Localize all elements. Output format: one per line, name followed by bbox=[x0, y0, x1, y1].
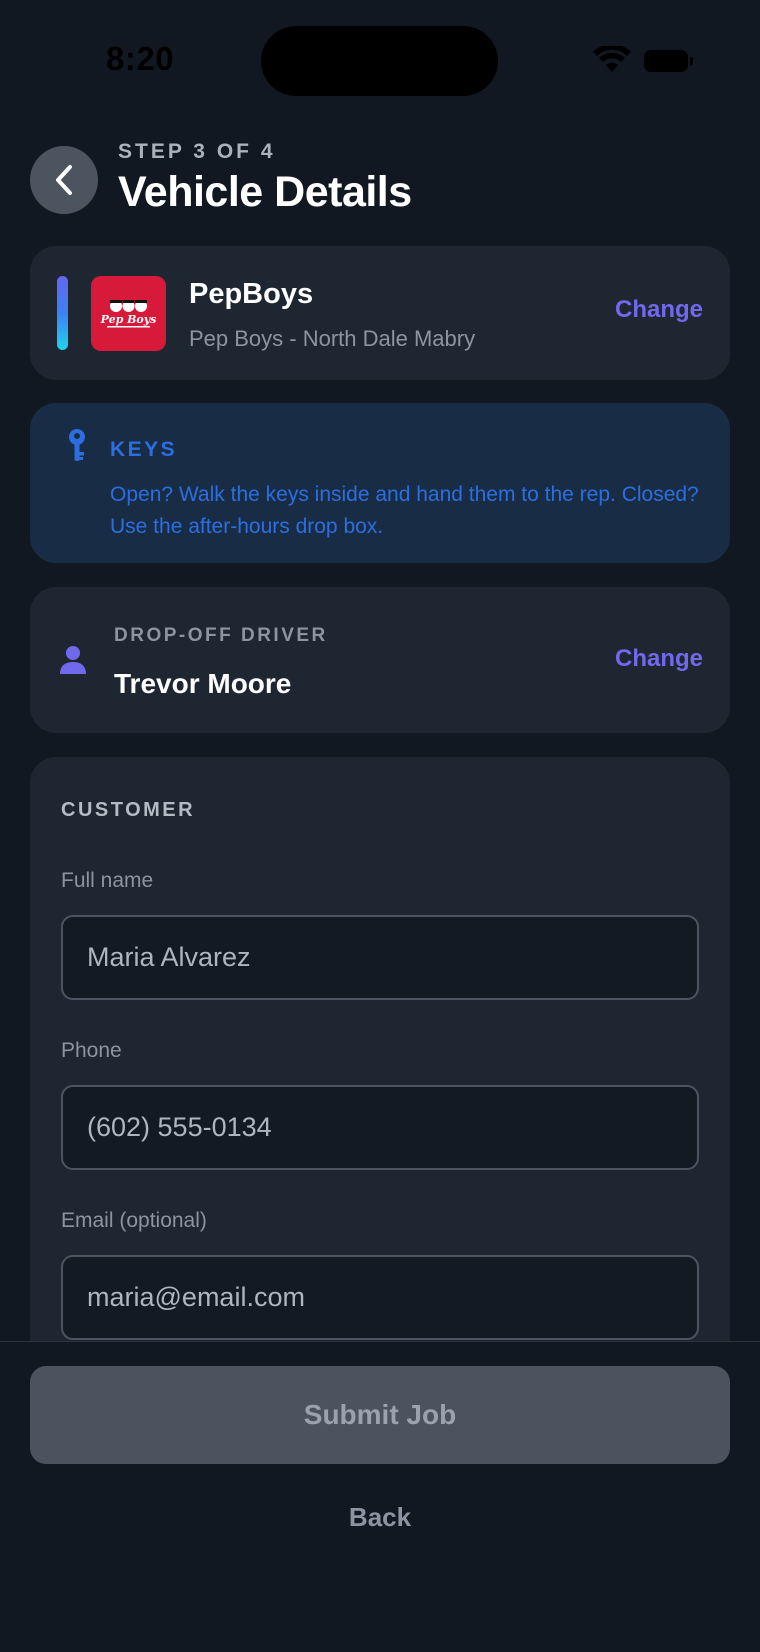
screen: 8:20 STEP 3 OF 4 Vehicle Details Pep Boy… bbox=[0, 0, 760, 1652]
keys-info-card: KEYS Open? Walk the keys inside and hand… bbox=[30, 403, 730, 563]
step-indicator: STEP 3 OF 4 bbox=[118, 140, 276, 163]
full-name-label: Full name bbox=[61, 869, 154, 892]
pepboys-logo: Pep Boys bbox=[91, 276, 166, 351]
bottom-action-bar: Submit Job Back bbox=[0, 1341, 760, 1652]
person-icon bbox=[60, 646, 86, 674]
driver-name: Trevor Moore bbox=[114, 668, 292, 699]
shop-location: Pep Boys - North Dale Mabry bbox=[189, 326, 476, 351]
email-label: Email (optional) bbox=[61, 1209, 207, 1232]
submit-job-button[interactable]: Submit Job bbox=[30, 1366, 730, 1464]
dynamic-island bbox=[261, 26, 498, 96]
driver-label: DROP-OFF DRIVER bbox=[114, 625, 328, 646]
back-button[interactable] bbox=[30, 146, 98, 214]
email-input[interactable] bbox=[61, 1255, 699, 1340]
shop-accent-bar bbox=[57, 276, 68, 350]
customer-card: CUSTOMER Full name Phone Email (optional… bbox=[30, 757, 730, 1377]
keys-instructions: Open? Walk the keys inside and hand them… bbox=[110, 483, 699, 538]
page-title: Vehicle Details bbox=[118, 168, 412, 216]
phone-input[interactable] bbox=[61, 1085, 699, 1170]
keys-title: KEYS bbox=[110, 438, 178, 461]
shop-name: PepBoys bbox=[189, 278, 314, 310]
phone-label: Phone bbox=[61, 1039, 122, 1062]
change-driver-button[interactable]: Change bbox=[615, 645, 703, 673]
status-time: 8:20 bbox=[106, 40, 175, 77]
chevron-left-icon bbox=[56, 165, 72, 195]
logo-text: Pep Boys bbox=[100, 313, 157, 326]
key-icon bbox=[69, 429, 85, 461]
change-shop-button[interactable]: Change bbox=[615, 296, 703, 324]
customer-section-title: CUSTOMER bbox=[61, 799, 196, 821]
shop-card: Pep Boys PepBoys Pep Boys - North Dale M… bbox=[30, 246, 730, 380]
full-name-input[interactable] bbox=[61, 915, 699, 1000]
driver-card: DROP-OFF DRIVER Trevor Moore Change bbox=[30, 587, 730, 733]
battery-icon bbox=[644, 50, 693, 72]
back-link[interactable]: Back bbox=[0, 1502, 760, 1533]
wifi-icon bbox=[593, 46, 631, 72]
